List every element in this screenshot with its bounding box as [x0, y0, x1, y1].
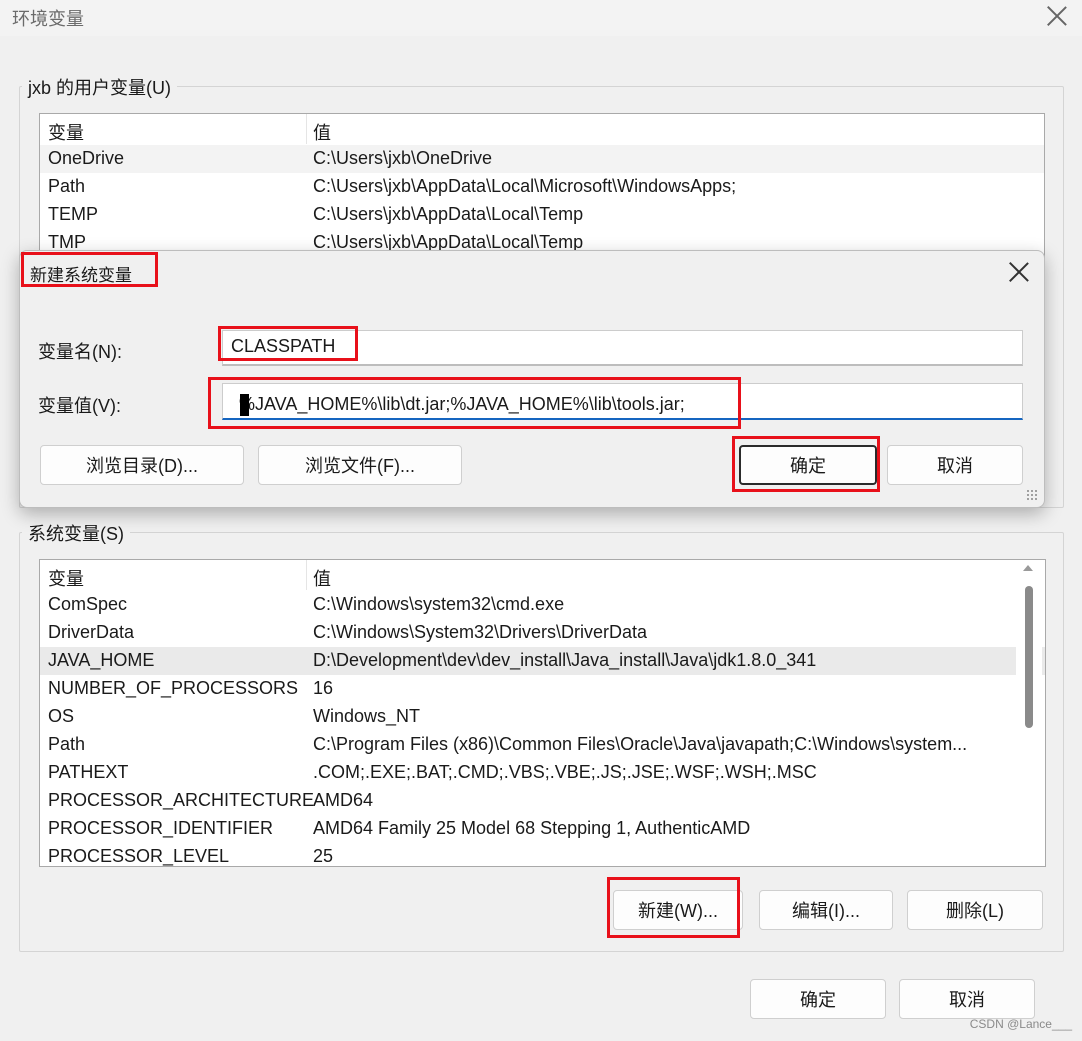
col-header-variable[interactable]: 变量	[48, 119, 84, 145]
browse-directory-button[interactable]: 浏览目录(D)...	[40, 445, 244, 485]
table-row[interactable]: PROCESSOR_IDENTIFIER AMD64 Family 25 Mod…	[40, 815, 1045, 843]
table-row[interactable]: TEMP C:\Users\jxb\AppData\Local\Temp	[40, 201, 1044, 229]
table-row[interactable]: Path C:\Program Files (x86)\Common Files…	[40, 731, 1045, 759]
var-value: C:\Program Files (x86)\Common Files\Orac…	[313, 734, 968, 754]
var-value: AMD64 Family 25 Model 68 Stepping 1, Aut…	[313, 818, 751, 838]
var-name: NUMBER_OF_PROCESSORS	[48, 678, 299, 698]
browse-file-button[interactable]: 浏览文件(F)...	[258, 445, 462, 485]
var-name: PATHEXT	[48, 762, 129, 782]
watermark: CSDN @Lance___	[969, 1017, 1072, 1031]
user-vars-legend: jxb 的用户变量(U)	[22, 74, 177, 100]
dialog-close-icon[interactable]	[1008, 261, 1030, 283]
resize-grip-icon[interactable]	[1026, 489, 1038, 501]
var-name-input[interactable]: CLASSPATH	[222, 330, 1023, 366]
var-name: ComSpec	[48, 594, 128, 614]
cancel-button[interactable]: 取消	[899, 979, 1035, 1019]
col-header-variable[interactable]: 变量	[48, 565, 84, 591]
var-value: C:\Windows\system32\cmd.exe	[313, 594, 565, 614]
var-name: Path	[48, 176, 86, 196]
table-row-selected[interactable]: JAVA_HOME D:\Development\dev\dev_install…	[40, 647, 1045, 675]
window-title: 环境变量	[12, 9, 84, 29]
table-row[interactable]: PROCESSOR_LEVEL 25	[40, 843, 1045, 866]
var-value: D:\Development\dev\dev_install\Java_inst…	[313, 650, 817, 670]
table-row[interactable]: Path C:\Users\jxb\AppData\Local\Microsof…	[40, 173, 1044, 201]
var-value: AMD64	[313, 790, 374, 810]
var-name: TEMP	[48, 204, 99, 224]
var-name: Path	[48, 734, 86, 754]
table-row[interactable]: ComSpec C:\Windows\system32\cmd.exe	[40, 591, 1045, 619]
var-value-input[interactable]: %JAVA_HOME%\lib\dt.jar;%JAVA_HOME%\lib\t…	[222, 383, 1023, 420]
var-value: C:\Users\jxb\AppData\Local\Temp	[313, 204, 584, 224]
var-value: 16	[313, 678, 334, 698]
dialog-cancel-button[interactable]: 取消	[887, 445, 1023, 485]
scroll-up-arrow-icon[interactable]	[1023, 565, 1033, 571]
var-value: Windows_NT	[313, 706, 421, 726]
col-header-value[interactable]: 值	[313, 565, 331, 591]
var-value: C:\Users\jxb\OneDrive	[313, 148, 493, 168]
new-sys-var-dialog: 新建系统变量 变量名(N): CLASSPATH 变量值(V): %JAVA_H…	[19, 250, 1045, 508]
col-header-value[interactable]: 值	[313, 119, 331, 145]
sys-vars-legend: 系统变量(S)	[22, 520, 130, 546]
var-value: C:\Users\jxb\AppData\Local\Microsoft\Win…	[313, 176, 737, 196]
delete-sys-var-button[interactable]: 删除(L)	[907, 890, 1043, 930]
var-value: 25	[313, 846, 334, 866]
edit-sys-var-button[interactable]: 编辑(I)...	[759, 890, 893, 930]
var-name: PROCESSOR_ARCHITECTURE	[48, 790, 315, 810]
var-name: OneDrive	[48, 148, 125, 168]
table-row[interactable]: NUMBER_OF_PROCESSORS 16	[40, 675, 1045, 703]
sys-vars-scroll-thumb[interactable]	[1025, 586, 1033, 728]
table-row[interactable]: DriverData C:\Windows\System32\Drivers\D…	[40, 619, 1045, 647]
var-value: .COM;.EXE;.BAT;.CMD;.VBS;.VBE;.JS;.JSE;.…	[313, 762, 817, 782]
dialog-ok-button[interactable]: 确定	[739, 445, 877, 485]
var-name: DriverData	[48, 622, 135, 642]
table-row[interactable]: OneDrive C:\Users\jxb\OneDrive	[40, 145, 1044, 173]
new-sys-var-button[interactable]: 新建(W)...	[613, 890, 743, 930]
sys-vars-list[interactable]: 变量 值 ComSpec C:\Windows\system32\cmd.exe…	[39, 559, 1046, 867]
var-value: C:\Windows\System32\Drivers\DriverData	[313, 622, 648, 642]
var-name: OS	[48, 706, 75, 726]
table-row[interactable]: PROCESSOR_ARCHITECTURE AMD64	[40, 787, 1045, 815]
window-close-icon[interactable]	[1046, 5, 1068, 27]
var-name: PROCESSOR_IDENTIFIER	[48, 818, 274, 838]
var-name-input-text: CLASSPATH	[231, 336, 336, 356]
var-name: JAVA_HOME	[48, 650, 155, 670]
text-caret	[240, 394, 249, 416]
user-vars-header: 变量 值	[40, 114, 1044, 144]
var-name-label: 变量名(N):	[38, 342, 122, 362]
table-row[interactable]: PATHEXT .COM;.EXE;.BAT;.CMD;.VBS;.VBE;.J…	[40, 759, 1045, 787]
var-value-input-text: %JAVA_HOME%\lib\dt.jar;%JAVA_HOME%\lib\t…	[239, 394, 685, 414]
sys-vars-header: 变量 值	[40, 560, 1045, 590]
ok-button[interactable]: 确定	[750, 979, 886, 1019]
table-row[interactable]: OS Windows_NT	[40, 703, 1045, 731]
title-bar	[0, 0, 1082, 36]
var-name: PROCESSOR_LEVEL	[48, 846, 230, 866]
var-value-label: 变量值(V):	[38, 396, 121, 416]
dialog-title: 新建系统变量	[30, 266, 132, 285]
